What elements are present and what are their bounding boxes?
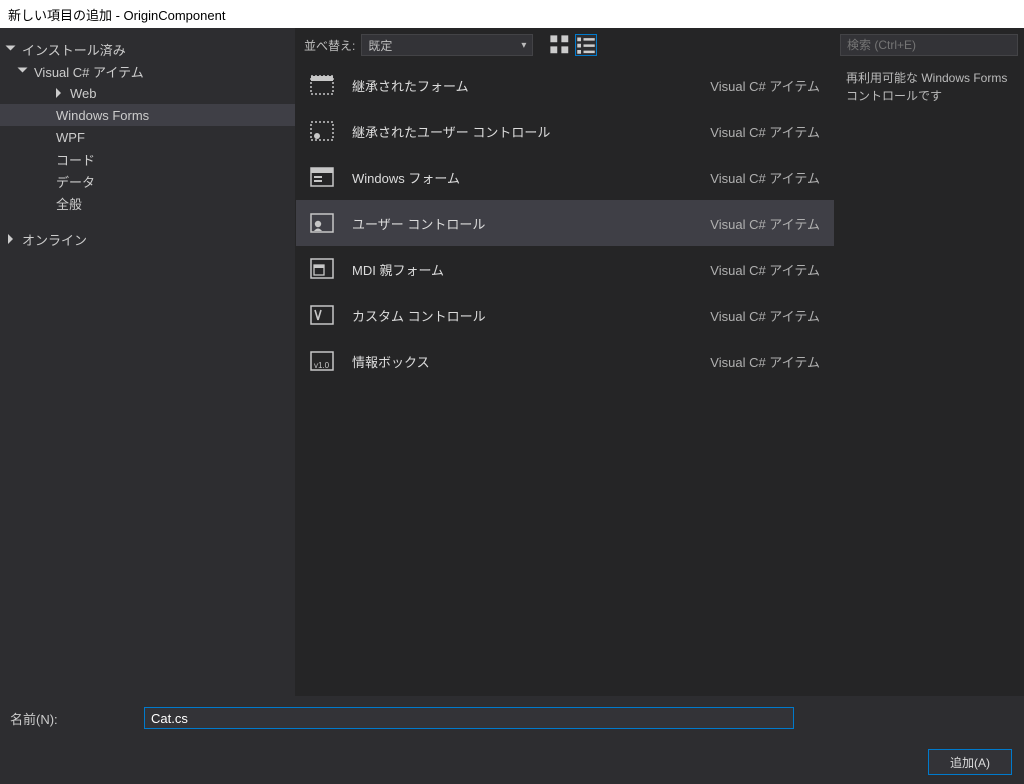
template-label: 情報ボックス — [352, 352, 710, 371]
caret-open-icon — [8, 44, 18, 54]
sort-bar: 並べ替え: 既定 ▾ — [296, 28, 834, 62]
template-label: カスタム コントロール — [352, 306, 710, 325]
template-row[interactable]: ユーザー コントロール Visual C# アイテム — [296, 200, 834, 246]
view-details-button[interactable] — [575, 34, 597, 56]
sidebar-item-general[interactable]: 全般 — [0, 192, 295, 214]
template-label: MDI 親フォーム — [352, 260, 710, 279]
template-row[interactable]: v1.0 情報ボックス Visual C# アイテム — [296, 338, 834, 384]
caret-closed-icon — [8, 234, 18, 244]
sidebar-csharp-label: Visual C# アイテム — [34, 62, 144, 81]
sidebar-item-label: Windows Forms — [56, 108, 149, 123]
template-list: 継承されたフォーム Visual C# アイテム 継承されたユーザー コントロー… — [296, 62, 834, 696]
user-control-icon — [306, 208, 340, 238]
sidebar-item-label: 全般 — [56, 194, 82, 213]
work-area: インストール済み Visual C# アイテム Web Windows Form… — [0, 28, 1024, 696]
sidebar-online[interactable]: オンライン — [0, 228, 295, 250]
about-box-icon: v1.0 — [306, 346, 340, 376]
sidebar-item-label: コード — [56, 150, 95, 169]
caret-open-icon — [20, 66, 30, 76]
title-bar: 新しい項目の追加 - OriginComponent — [0, 0, 1024, 28]
template-row[interactable]: 継承されたユーザー コントロール Visual C# アイテム — [296, 108, 834, 154]
template-type: Visual C# アイテム — [710, 214, 820, 233]
template-type: Visual C# アイテム — [710, 168, 820, 187]
template-row[interactable]: カスタム コントロール Visual C# アイテム — [296, 292, 834, 338]
sidebar-item-windows-forms[interactable]: Windows Forms — [0, 104, 295, 126]
name-label: 名前(N): — [10, 709, 130, 728]
sidebar-item-wpf[interactable]: WPF — [0, 126, 295, 148]
sidebar-item-code[interactable]: コード — [0, 148, 295, 170]
sidebar-installed-label: インストール済み — [22, 40, 126, 59]
sidebar-item-web[interactable]: Web — [0, 82, 295, 104]
sidebar-item-label: WPF — [56, 130, 85, 145]
template-type: Visual C# アイテム — [710, 76, 820, 95]
window-title: 新しい項目の追加 - OriginComponent — [8, 5, 225, 24]
custom-control-icon — [306, 300, 340, 330]
template-type: Visual C# アイテム — [710, 260, 820, 279]
bottom-bar: 名前(N): 追加(A) — [0, 696, 1024, 784]
control-inherit-icon — [306, 116, 340, 146]
sort-label: 並べ替え: — [304, 37, 355, 54]
sidebar-installed[interactable]: インストール済み — [0, 38, 295, 60]
detail-description: 再利用可能な Windows Forms コントロールです — [846, 69, 1012, 105]
form-inherit-icon — [306, 70, 340, 100]
add-button-label: 追加(A) — [950, 754, 990, 771]
sidebar-csharp[interactable]: Visual C# アイテム — [0, 60, 295, 82]
name-input[interactable] — [144, 707, 794, 729]
mdi-form-icon — [306, 254, 340, 284]
view-medium-icons-button[interactable] — [549, 34, 571, 56]
template-row[interactable]: Windows フォーム Visual C# アイテム — [296, 154, 834, 200]
sidebar-item-label: Web — [70, 86, 97, 101]
list-icon — [576, 35, 596, 55]
sidebar-item-label: データ — [56, 172, 95, 191]
sort-value: 既定 — [368, 37, 392, 54]
template-row[interactable]: MDI 親フォーム Visual C# アイテム — [296, 246, 834, 292]
template-row[interactable]: 継承されたフォーム Visual C# アイテム — [296, 62, 834, 108]
sort-select[interactable]: 既定 ▾ — [361, 34, 533, 56]
template-type: Visual C# アイテム — [710, 306, 820, 325]
svg-text:v1.0: v1.0 — [314, 361, 330, 370]
add-button[interactable]: 追加(A) — [928, 749, 1012, 775]
template-type: Visual C# アイテム — [710, 122, 820, 141]
form-icon — [306, 162, 340, 192]
category-sidebar: インストール済み Visual C# アイテム Web Windows Form… — [0, 28, 296, 696]
template-pane: 並べ替え: 既定 ▾ 継承されたフォーム Visual C# アイテム — [296, 28, 834, 696]
template-type: Visual C# アイテム — [710, 352, 820, 371]
caret-closed-icon — [56, 88, 66, 98]
dropdown-arrow-icon: ▾ — [521, 40, 526, 51]
sidebar-item-data[interactable]: データ — [0, 170, 295, 192]
detail-pane: 種類: Visual C# アイテム 再利用可能な Windows Forms … — [834, 28, 1024, 696]
sidebar-online-label: オンライン — [22, 230, 87, 249]
template-label: Windows フォーム — [352, 168, 710, 187]
search-bar — [834, 28, 1024, 62]
template-label: 継承されたユーザー コントロール — [352, 122, 710, 141]
search-input[interactable] — [840, 34, 1018, 56]
grid-icon — [549, 34, 571, 56]
template-label: ユーザー コントロール — [352, 214, 710, 233]
template-label: 継承されたフォーム — [352, 76, 710, 95]
